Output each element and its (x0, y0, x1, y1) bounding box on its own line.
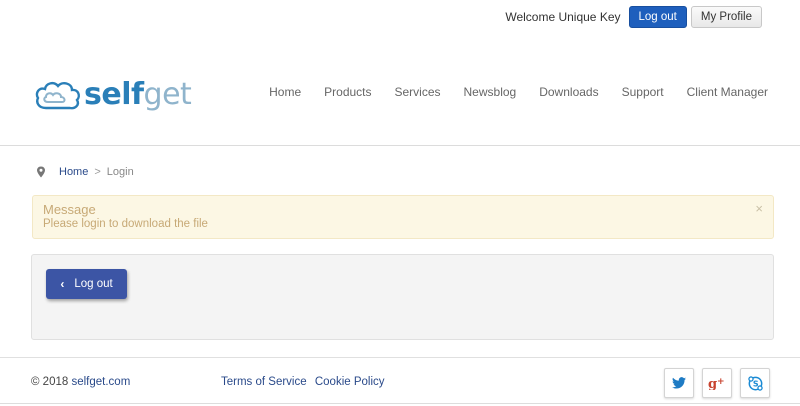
close-icon[interactable]: × (755, 201, 763, 216)
message-alert: Message Please login to download the fil… (32, 195, 774, 239)
nav-home[interactable]: Home (269, 85, 301, 99)
cookie-policy-link[interactable]: Cookie Policy (315, 376, 385, 388)
breadcrumb-separator: > (94, 166, 101, 178)
social-links: g + S (664, 368, 770, 398)
svg-text:+: + (717, 377, 725, 387)
logout-button-label: Log out (74, 278, 113, 290)
logout-button-top[interactable]: Log out (628, 6, 687, 28)
google-plus-button[interactable]: g + (702, 368, 732, 398)
copyright-link[interactable]: selfget.com (71, 376, 130, 388)
copyright-prefix: © 2018 (31, 376, 69, 388)
site-footer: © 2018 selfget.com Terms of Service Cook… (0, 357, 800, 406)
twitter-button[interactable] (664, 368, 694, 398)
user-bar: Welcome Unique Key Log out My Profile (505, 6, 762, 28)
breadcrumb-home[interactable]: Home (59, 166, 88, 178)
nav-downloads[interactable]: Downloads (539, 85, 598, 99)
breadcrumb-current: Login (106, 166, 134, 178)
svg-text:g: g (708, 377, 717, 390)
welcome-text: Welcome Unique Key (505, 10, 621, 24)
cloud-logo-icon (35, 81, 80, 110)
terms-of-service-link[interactable]: Terms of Service (221, 376, 307, 388)
alert-text: Please login to download the file (43, 218, 208, 230)
twitter-icon (672, 377, 686, 389)
chevron-left-icon: ‹ (60, 277, 65, 291)
selfget-logo[interactable]: selfget (34, 77, 192, 112)
nav-products[interactable]: Products (324, 85, 371, 99)
copyright: © 2018 selfget.com (31, 376, 130, 388)
nav-client-manager[interactable]: Client Manager (687, 85, 768, 99)
google-plus-icon: g + (708, 377, 725, 390)
footer-links: Terms of Service Cookie Policy (221, 376, 390, 388)
skype-button[interactable]: S (740, 368, 770, 398)
main-nav: Home Products Services Newsblog Download… (246, 85, 768, 99)
breadcrumb: Home > Login (36, 166, 134, 178)
login-panel: ‹ Log out (31, 254, 774, 340)
map-pin-icon (37, 166, 45, 178)
alert-title: Message (43, 202, 96, 217)
my-profile-button[interactable]: My Profile (690, 6, 762, 28)
logout-button[interactable]: ‹ Log out (46, 269, 127, 299)
logo-self-text: self (84, 77, 144, 112)
svg-text:S: S (752, 379, 758, 388)
nav-services[interactable]: Services (395, 85, 441, 99)
skype-icon: S (747, 375, 763, 391)
nav-newsblog[interactable]: Newsblog (464, 85, 517, 99)
logo-get-text: get (143, 77, 192, 112)
logo-wordmark: selfget (84, 77, 192, 112)
nav-support[interactable]: Support (622, 85, 664, 99)
site-header: selfget Home Products Services Newsblog … (0, 58, 800, 146)
